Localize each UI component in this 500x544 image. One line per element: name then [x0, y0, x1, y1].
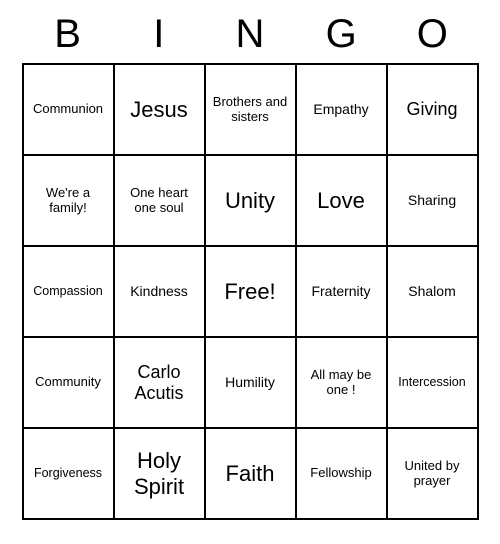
bingo-cell[interactable]: One heart one soul: [114, 155, 205, 246]
bingo-cell[interactable]: United by prayer: [387, 428, 478, 519]
bingo-cell[interactable]: Faith: [205, 428, 296, 519]
bingo-cell[interactable]: Empathy: [296, 64, 387, 155]
bingo-cell[interactable]: Fraternity: [296, 246, 387, 337]
bingo-cell[interactable]: Fellowship: [296, 428, 387, 519]
header-letter-i: I: [113, 12, 204, 57]
bingo-cell[interactable]: Communion: [23, 64, 114, 155]
bingo-cell[interactable]: Brothers and sisters: [205, 64, 296, 155]
bingo-cell[interactable]: Giving: [387, 64, 478, 155]
bingo-grid: Communion Jesus Brothers and sisters Emp…: [22, 63, 479, 520]
bingo-cell[interactable]: All may be one !: [296, 337, 387, 428]
bingo-cell[interactable]: Shalom: [387, 246, 478, 337]
bingo-cell[interactable]: Free!: [205, 246, 296, 337]
bingo-cell[interactable]: Love: [296, 155, 387, 246]
bingo-cell[interactable]: Kindness: [114, 246, 205, 337]
header-letter-o: O: [387, 12, 478, 57]
bingo-cell[interactable]: Holy Spirit: [114, 428, 205, 519]
bingo-header: B I N G O: [22, 12, 478, 57]
bingo-cell[interactable]: Carlo Acutis: [114, 337, 205, 428]
bingo-cell[interactable]: Intercession: [387, 337, 478, 428]
bingo-cell[interactable]: Jesus: [114, 64, 205, 155]
header-letter-b: B: [22, 12, 113, 57]
bingo-cell[interactable]: We're a family!: [23, 155, 114, 246]
bingo-cell[interactable]: Compassion: [23, 246, 114, 337]
bingo-cell[interactable]: Sharing: [387, 155, 478, 246]
bingo-cell[interactable]: Forgiveness: [23, 428, 114, 519]
header-letter-g: G: [296, 12, 387, 57]
bingo-cell[interactable]: Humility: [205, 337, 296, 428]
bingo-cell[interactable]: Community: [23, 337, 114, 428]
bingo-cell[interactable]: Unity: [205, 155, 296, 246]
header-letter-n: N: [204, 12, 295, 57]
